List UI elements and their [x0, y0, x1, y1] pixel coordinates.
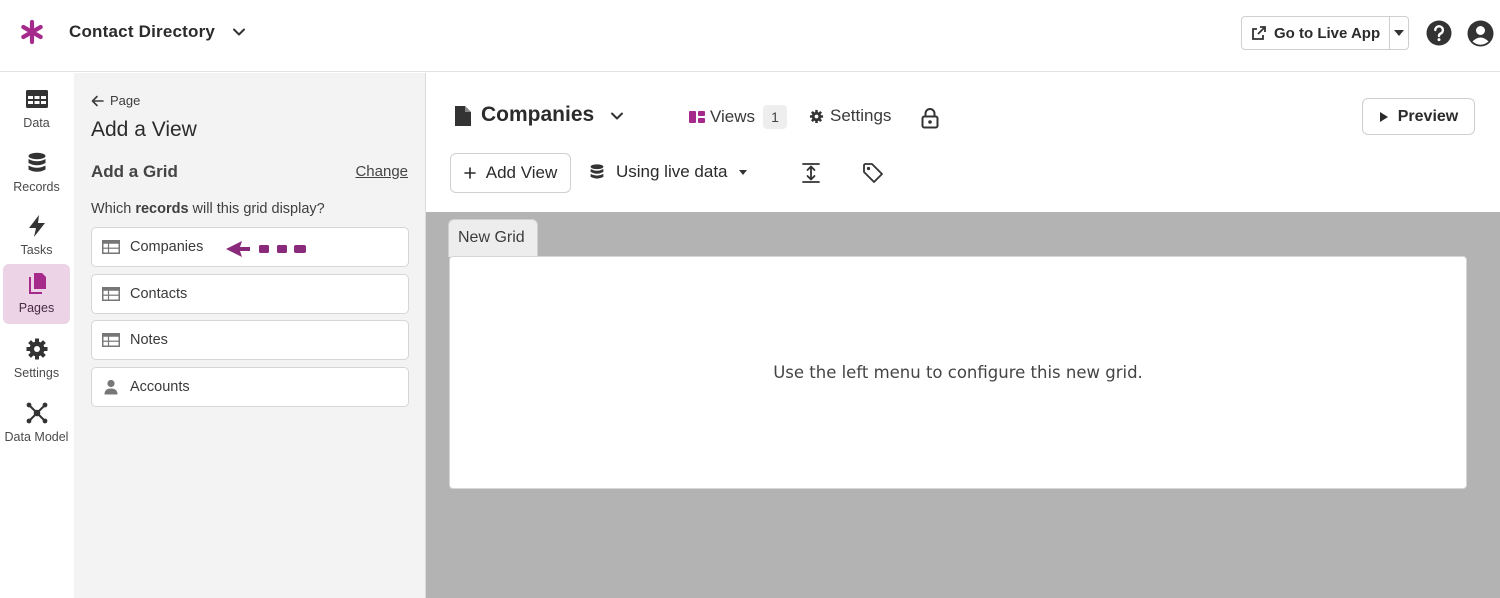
views-icon	[689, 111, 705, 123]
arrow-left-icon	[91, 95, 104, 106]
nav-label: Pages	[18, 301, 55, 315]
settings-label: Settings	[830, 106, 892, 125]
question-prefix: Which	[91, 201, 136, 217]
back-label: Page	[110, 93, 141, 108]
nav-item-tasks[interactable]: Tasks	[3, 206, 70, 266]
annotation-arrow-icon	[226, 241, 306, 257]
table-icon	[102, 240, 120, 254]
plus-icon	[463, 167, 476, 179]
go-live-button[interactable]: Go to Live App	[1242, 17, 1391, 49]
caret-down-icon	[1394, 30, 1405, 36]
nav-item-data[interactable]: Data	[3, 79, 70, 139]
external-link-icon	[1252, 26, 1266, 40]
change-link[interactable]: Change	[355, 163, 408, 180]
nav-item-settings[interactable]: Settings	[3, 329, 70, 389]
chevron-down-icon[interactable]	[230, 23, 248, 41]
table-icon	[25, 90, 48, 108]
app-logo-icon[interactable]	[18, 18, 46, 46]
add-view-label: Add View	[485, 163, 558, 182]
object-label: Companies	[130, 239, 204, 255]
left-nav-rail: Data Records Tasks Pages Settings Data M…	[0, 73, 74, 598]
panel-title: Add a View	[91, 118, 197, 141]
app-title[interactable]: Contact Directory	[69, 22, 215, 42]
bolt-icon	[28, 215, 45, 237]
page-settings-button[interactable]: Settings	[809, 106, 891, 126]
views-label: Views	[710, 107, 756, 126]
views-button[interactable]: Views 1	[688, 105, 788, 129]
object-option-accounts[interactable]: Accounts	[91, 366, 409, 407]
database-icon	[590, 164, 604, 179]
database-icon	[28, 152, 45, 172]
page-name[interactable]: Companies	[481, 103, 594, 127]
object-label: Accounts	[130, 378, 190, 395]
caret-down-icon	[738, 169, 747, 175]
page-icon	[455, 106, 471, 126]
question-suffix: will this grid display?	[188, 201, 325, 217]
help-icon[interactable]	[1426, 20, 1452, 46]
nav-label: Data Model	[4, 430, 69, 444]
nav-label: Settings	[13, 366, 60, 380]
user-icon	[104, 379, 118, 394]
gear-icon	[26, 338, 47, 360]
live-data-label: Using live data	[616, 162, 728, 181]
table-icon	[102, 286, 120, 301]
preview-label: Preview	[1397, 107, 1459, 125]
nav-label: Records	[13, 180, 60, 194]
nav-item-data-model[interactable]: Data Model	[3, 393, 70, 453]
page-editor: Companies Views 1 Settings Preview Add V…	[426, 73, 1500, 598]
tag-icon[interactable]	[862, 162, 884, 184]
go-live-label: Go to Live App	[1274, 24, 1381, 42]
object-label: Contacts	[130, 285, 188, 302]
nav-item-pages[interactable]: Pages	[3, 264, 70, 324]
gear-icon	[809, 109, 824, 123]
records-question: Which records will this grid display?	[91, 201, 325, 217]
back-to-page-link[interactable]: Page	[91, 93, 140, 108]
network-icon	[26, 402, 47, 424]
preview-button[interactable]: Preview	[1362, 98, 1475, 135]
grid-empty-message: Use the left menu to configure this new …	[773, 363, 1143, 382]
object-option-contacts[interactable]: Contacts	[91, 273, 409, 314]
grid-view-tab[interactable]: New Grid	[448, 219, 538, 257]
nav-label: Data	[23, 116, 50, 130]
nav-item-records[interactable]: Records	[3, 143, 70, 203]
table-icon	[102, 333, 120, 347]
views-count-badge: 1	[763, 105, 788, 129]
pages-icon	[28, 273, 46, 294]
live-data-dropdown[interactable]: Using live data	[588, 162, 748, 182]
grid-view-placeholder[interactable]: Use the left menu to configure this new …	[449, 256, 1467, 489]
top-bar: Contact Directory Go to Live App	[0, 0, 1500, 72]
lock-icon[interactable]	[920, 107, 940, 129]
section-title: Add a Grid	[91, 162, 178, 181]
object-option-notes[interactable]: Notes	[91, 320, 409, 360]
add-view-button[interactable]: Add View	[450, 153, 571, 193]
row-height-icon[interactable]	[800, 162, 822, 184]
play-icon	[1379, 111, 1388, 122]
chevron-down-icon[interactable]	[608, 107, 626, 125]
nav-label: Tasks	[20, 243, 53, 257]
question-bold: records	[135, 201, 189, 217]
page-canvas: New Grid Use the left menu to configure …	[426, 212, 1500, 598]
go-live-dropdown-button[interactable]	[1390, 17, 1408, 49]
view-builder-panel: Page Add a View Add a Grid Change Which …	[74, 73, 426, 598]
object-label: Notes	[130, 332, 168, 348]
account-icon[interactable]	[1467, 20, 1494, 47]
go-live-button-group: Go to Live App	[1241, 16, 1409, 50]
